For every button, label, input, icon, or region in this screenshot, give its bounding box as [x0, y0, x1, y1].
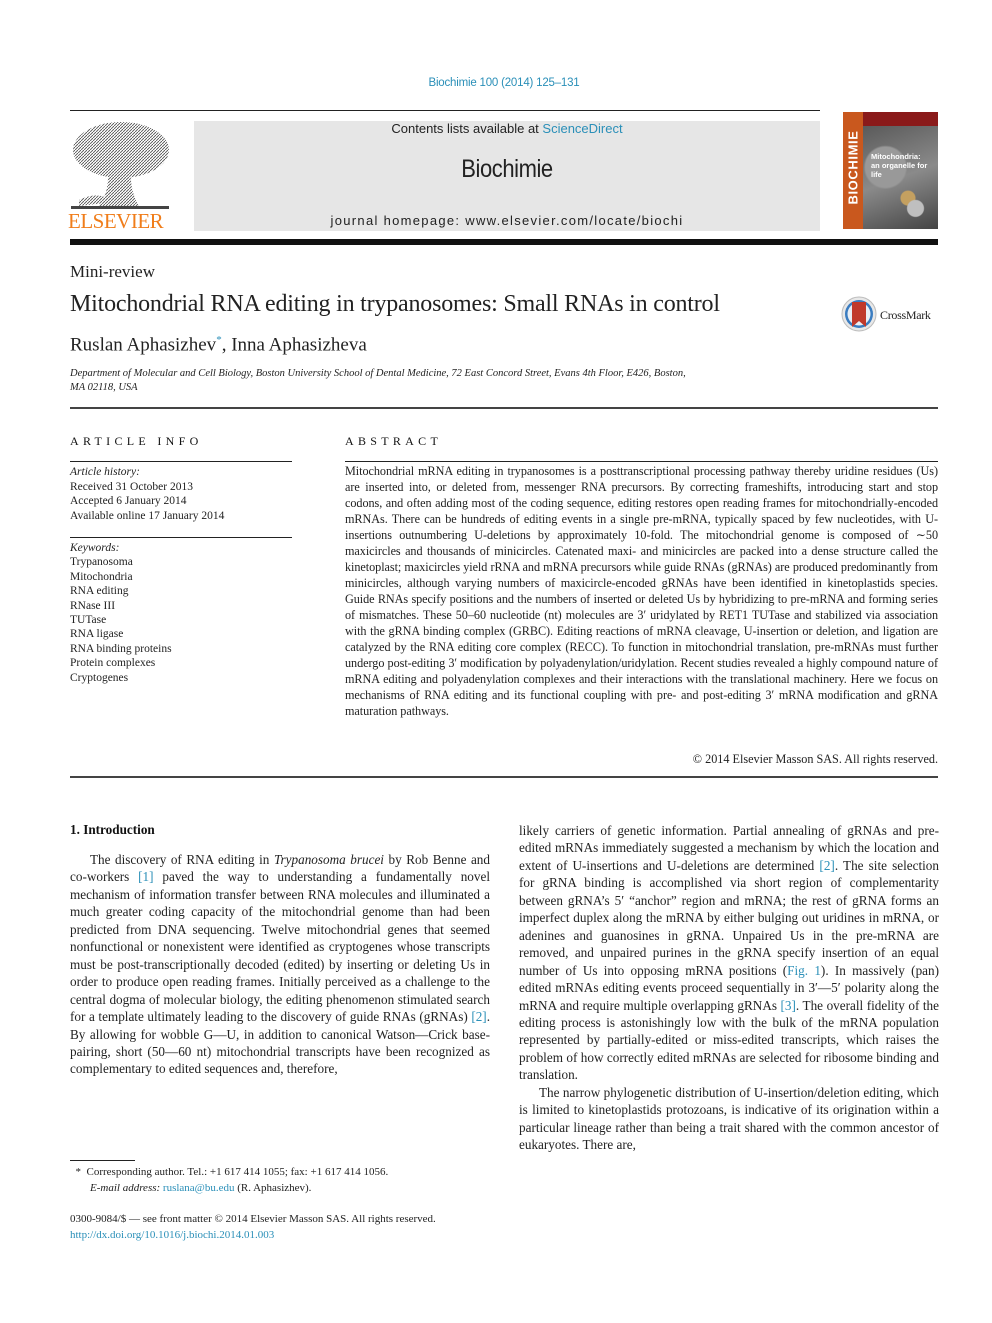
- history-label: Article history:: [70, 466, 140, 478]
- cover-title: Mitochondria: an organelle for life: [871, 152, 938, 179]
- sciencedirect-link[interactable]: ScienceDirect: [542, 121, 622, 136]
- email-label: E-mail address:: [90, 1182, 163, 1194]
- text-run: . The site selection for gRNA binding is…: [519, 857, 939, 978]
- keyword-item: TUTase: [70, 614, 107, 627]
- crossmark-icon: [841, 296, 877, 332]
- header-thick-rule: [70, 239, 938, 245]
- elsevier-wordmark: ELSEVIER: [68, 209, 164, 233]
- author-name[interactable]: Ruslan Aphasizhev: [70, 334, 216, 355]
- email-suffix: (R. Aphasizhev).: [234, 1182, 312, 1194]
- paragraph: The discovery of RNA editing in Trypanos…: [70, 851, 490, 1078]
- keyword-item: Protein complexes: [70, 657, 156, 670]
- homepage-link[interactable]: www.elsevier.com/locate/biochi: [465, 213, 683, 228]
- front-matter-text: 0300-9084/$ — see front matter © 2014 El…: [70, 1213, 436, 1225]
- keyword-item: Trypanosoma: [70, 556, 133, 569]
- article-info-heading: ARTICLE INFO: [70, 434, 203, 448]
- abstract-rule: [345, 461, 938, 462]
- citation-link[interactable]: [1]: [138, 869, 153, 884]
- text-run: paved the way to understanding a fundame…: [70, 869, 490, 1025]
- journal-reference-link[interactable]: Biochimie 100 (2014) 125–131: [0, 77, 992, 89]
- keyword-item: RNA binding proteins: [70, 642, 172, 655]
- email-link[interactable]: ruslana@bu.edu: [163, 1182, 235, 1194]
- contents-prefix: Contents lists available at: [391, 121, 543, 136]
- footnote-contact: Corresponding author. Tel.: +1 617 414 1…: [86, 1166, 389, 1178]
- journal-masthead: Contents lists available at ScienceDirec…: [194, 121, 820, 231]
- homepage-line: journal homepage: www.elsevier.com/locat…: [194, 213, 820, 228]
- cover-spine: BIOCHIMIE: [843, 112, 863, 229]
- homepage-prefix: journal homepage:: [330, 213, 466, 228]
- front-matter: 0300-9084/$ — see front matter © 2014 El…: [70, 1211, 436, 1243]
- citation-link[interactable]: [2]: [819, 858, 834, 873]
- cover-title-line2: an organelle for life: [871, 161, 928, 179]
- paragraph: The narrow phylogenetic distribution of …: [519, 1084, 939, 1153]
- abstract-text: Mitochondrial mRNA editing in trypanosom…: [345, 464, 938, 718]
- body-column-left: The discovery of RNA editing in Trypanos…: [70, 851, 490, 1078]
- keywords-rule: [70, 537, 292, 538]
- keyword-item: Cryptogenes: [70, 671, 129, 684]
- history-item: Received 31 October 2013: [70, 480, 193, 493]
- crossmark-button[interactable]: CrossMark: [841, 296, 941, 334]
- footnote-line: E-mail address: ruslana@bu.edu (R. Aphas…: [70, 1180, 388, 1196]
- elsevier-logo[interactable]: ELSEVIER: [68, 120, 171, 233]
- keywords-label: Keywords:: [70, 542, 120, 554]
- top-rule: [70, 110, 820, 111]
- article-info-rule: [70, 461, 292, 462]
- paragraph: likely carriers of genetic information. …: [519, 822, 939, 1084]
- figure-link[interactable]: Fig. 1: [787, 963, 821, 978]
- section-heading-introduction: 1. Introduction: [70, 822, 155, 837]
- crossmark-label: CrossMark: [880, 308, 931, 322]
- journal-cover-thumbnail[interactable]: BIOCHIMIE Mitochondria: an organelle for …: [843, 112, 938, 229]
- species-name: Trypanosoma brucei: [273, 852, 384, 867]
- elsevier-tree-icon: [71, 122, 169, 209]
- affiliation-line1: Department of Molecular and Cell Biology…: [70, 368, 686, 379]
- cover-title-line1: Mitochondria:: [871, 152, 921, 161]
- author-separator: ,: [221, 334, 232, 356]
- article-title: Mitochondrial RNA editing in trypanosome…: [70, 291, 720, 317]
- keyword-item: RNase III: [70, 599, 116, 612]
- contents-line: Contents lists available at ScienceDirec…: [194, 121, 820, 136]
- rule-after-head: [70, 407, 938, 409]
- history-item: Accepted 6 January 2014: [70, 495, 187, 507]
- article-history: Article history: Received 31 October 201…: [70, 465, 224, 523]
- article-type: Mini-review: [70, 262, 155, 281]
- rule-after-abstract: [70, 776, 938, 778]
- footnote-line: * Corresponding author. Tel.: +1 617 414…: [70, 1164, 389, 1180]
- keywords-list: Keywords: Trypanosoma Mitochondria RNA e…: [70, 541, 172, 685]
- doi-link[interactable]: http://dx.doi.org/10.1016/j.biochi.2014.…: [70, 1227, 436, 1243]
- footnote-mark: *: [75, 1166, 82, 1178]
- author-list: Ruslan Aphasizhev*, Inna Aphasizheva: [70, 334, 367, 356]
- footnote-rule: [70, 1160, 135, 1161]
- keyword-item: Mitochondria: [70, 570, 133, 583]
- affiliation: Department of Molecular and Cell Biology…: [70, 367, 790, 395]
- keyword-item: RNA ligase: [70, 628, 124, 641]
- body-column-right: likely carriers of genetic information. …: [519, 822, 939, 1154]
- text-run: The discovery of RNA editing in: [90, 852, 274, 867]
- abstract-heading: ABSTRACT: [345, 434, 443, 448]
- cover-topbar: [863, 112, 938, 126]
- author-name[interactable]: Inna Aphasizheva: [231, 334, 367, 355]
- cover-spine-text: BIOCHIMIE: [845, 130, 861, 205]
- keyword-item: RNA editing: [70, 585, 129, 598]
- journal-name: Biochimie: [461, 155, 553, 183]
- history-item: Available online 17 January 2014: [70, 509, 225, 522]
- citation-link[interactable]: [2]: [471, 1009, 486, 1024]
- abstract-copyright: © 2014 Elsevier Masson SAS. All rights r…: [692, 752, 938, 766]
- affiliation-line2: MA 02118, USA: [70, 382, 138, 393]
- citation-link[interactable]: [3]: [781, 998, 796, 1013]
- corresponding-author-footnote: * Corresponding author. Tel.: +1 617 414…: [70, 1164, 389, 1196]
